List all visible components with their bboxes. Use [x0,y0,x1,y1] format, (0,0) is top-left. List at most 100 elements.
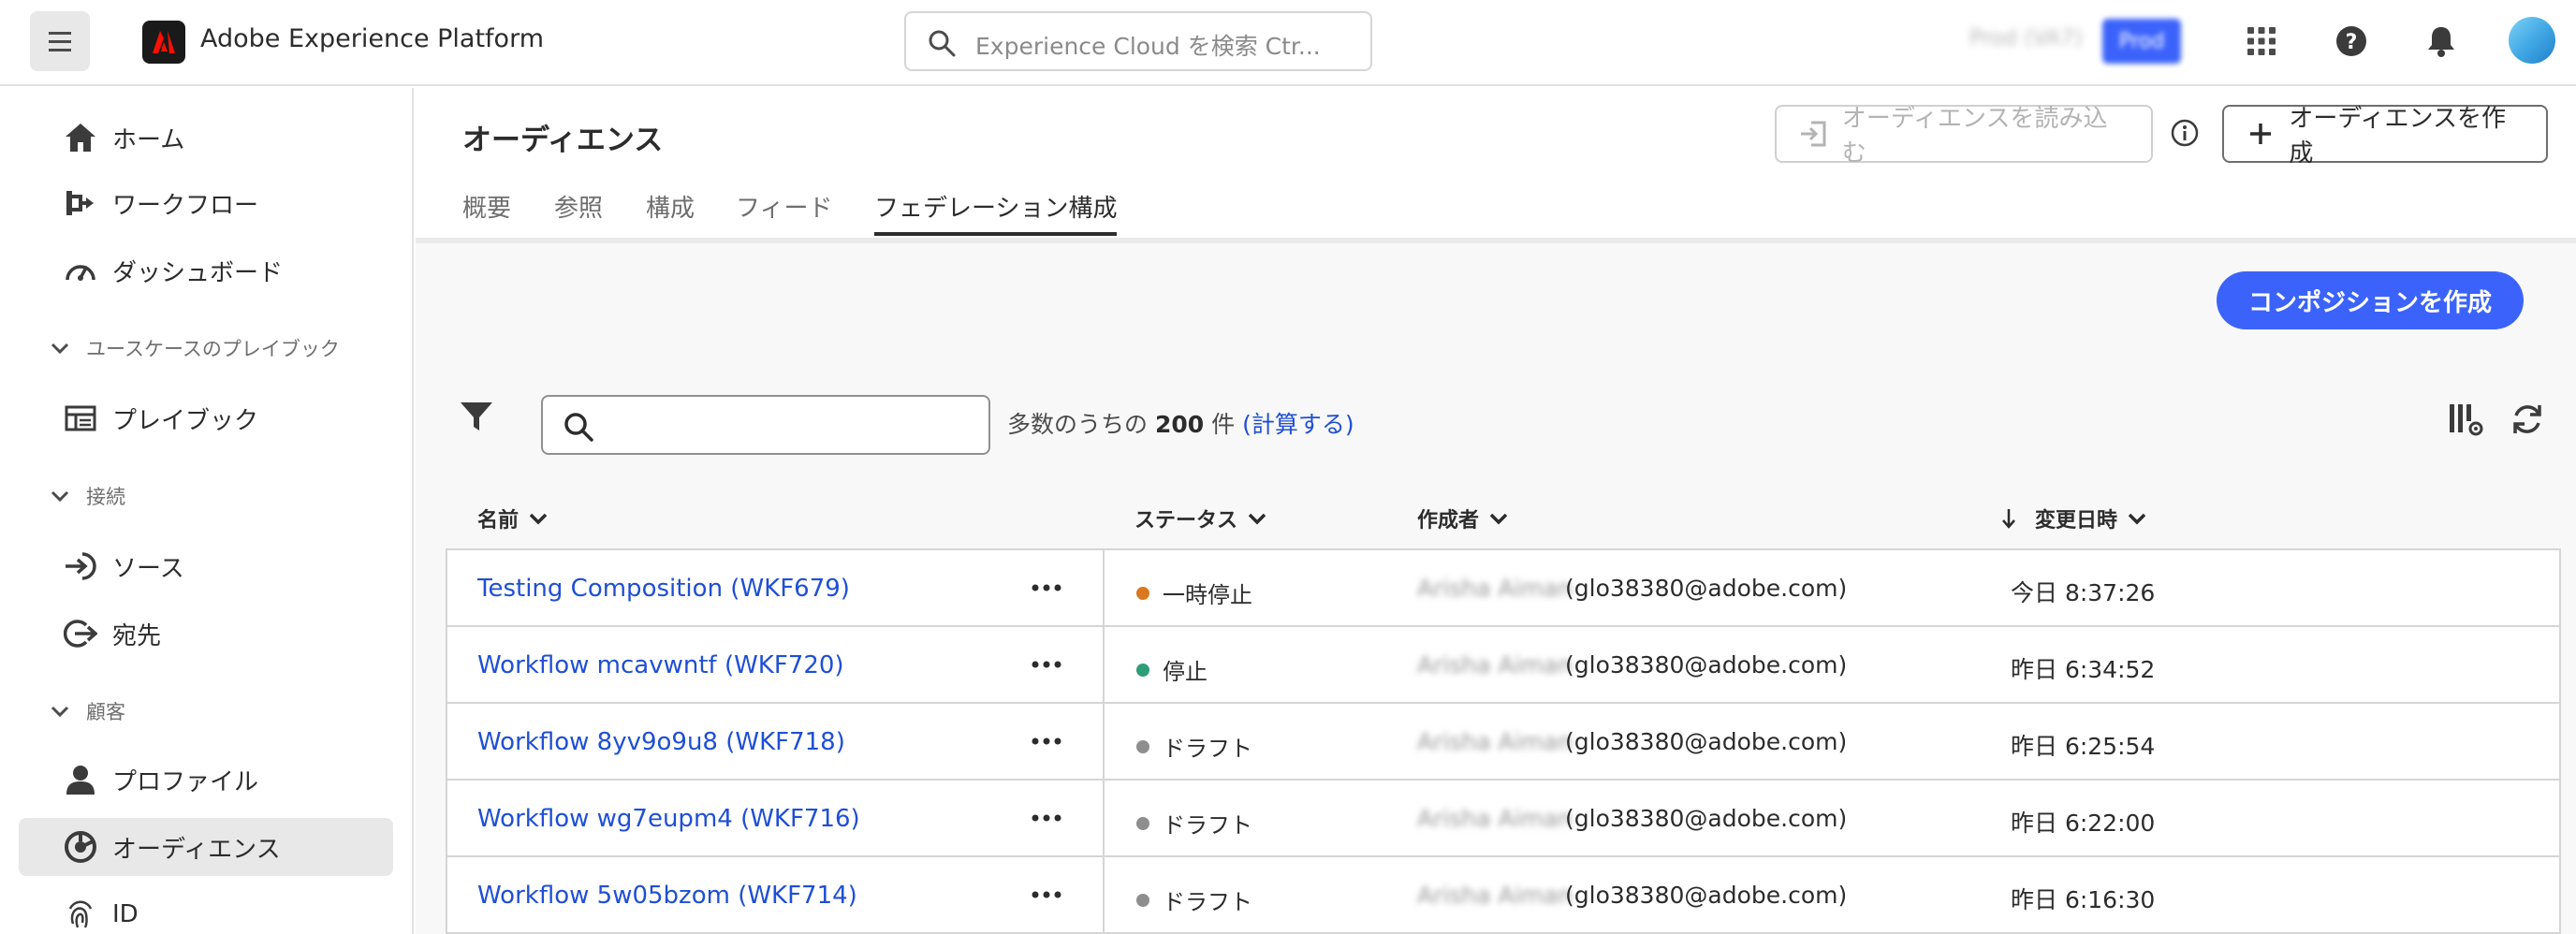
create-audience-button[interactable]: オーディエンスを作成 [2222,105,2548,168]
sandbox-badge[interactable]: Prod [2102,19,2181,64]
sidebar-item-identities[interactable]: ID [19,885,393,934]
status-badge: ドラフト [1136,730,1252,763]
status-dot [1136,663,1149,677]
tab-feeds[interactable]: フィード [736,189,832,236]
modified-date: 今日 8:37:26 [2011,579,2156,606]
list-search-input[interactable] [541,395,990,455]
status-badge: 停止 [1136,653,1208,686]
audience-icon [62,828,99,866]
sidebar-section-label: 顧客 [86,701,125,723]
tab-browse[interactable]: 参照 [554,189,603,236]
global-search-input[interactable]: Experience Cloud を検索 Ctr... [904,11,1372,71]
status-label: ドラフト [1163,812,1252,839]
author-name: Arisha Aiman [1417,575,1573,602]
info-icon[interactable] [2170,118,2200,148]
refresh-icon[interactable] [2509,401,2546,438]
column-header-author[interactable]: 作成者 [1417,503,1509,533]
menu-button[interactable] [30,11,90,71]
more-actions-icon[interactable] [1028,653,1065,676]
sidebar-section-use-case-playbooks[interactable]: ユースケースのプレイブック [47,329,340,367]
author-name: Arisha Aiman [1417,882,1573,909]
search-icon [564,413,593,442]
tab-compositions[interactable]: 構成 [646,189,695,236]
column-header-status[interactable]: ステータス [1134,503,1267,533]
author-email: (glo38380@adobe.com) [1565,575,1848,602]
compositions-table: Testing Composition (WKF679) 一時停止 Arisha A… [446,548,2561,934]
table-row[interactable]: Workflow 5w05bzom (WKF714) ドラフト Arisha Aim… [447,857,2559,934]
sidebar-item-playbooks[interactable]: プレイブック [19,389,393,447]
sidebar-section-connections[interactable]: 接続 [47,477,125,515]
author-email: (glo38380@adobe.com) [1565,651,1848,679]
sidebar-item-label: ワークフロー [112,191,259,220]
table-row[interactable]: Workflow 8yv9o9u8 (WKF718) ドラフト Arisha Aim… [447,704,2559,781]
composition-name-link[interactable]: Workflow wg7eupm4 (WKF716) [477,805,860,833]
table-row[interactable]: Workflow mcavwntf (WKF720) 停止 Arisha Aiman… [447,627,2559,704]
main-content: オーディエンス 概要 参照 構成 フィード フェデレーション構成 オーディエンス… [416,88,2576,934]
modified-date: 昨日 6:22:00 [2011,810,2156,837]
sidebar-item-label: プロファイル [112,767,259,796]
composition-name-link[interactable]: Workflow 5w05bzom (WKF714) [477,882,857,910]
sidebar-item-sources[interactable]: ソース [19,537,393,595]
sidebar-item-label: オーディエンス [112,835,281,864]
count-prefix: 多数のうちの [1007,411,1149,438]
column-divider [1103,857,1105,934]
composition-name-link[interactable]: Workflow 8yv9o9u8 (WKF718) [477,728,845,756]
column-header-label: 作成者 [1417,509,1480,533]
sidebar-section-label: ユースケースのプレイブック [86,338,340,360]
sidebar-item-label: 宛先 [112,621,162,650]
filter-icon[interactable] [457,397,496,436]
column-header-label: ステータス [1134,509,1238,533]
help-icon[interactable]: ? [2331,21,2372,62]
page-header: オーディエンス 概要 参照 構成 フィード フェデレーション構成 オーディエンス… [416,88,2576,243]
tab-overview[interactable]: 概要 [462,189,511,236]
sidebar-item-dashboard[interactable]: ダッシュボード [19,241,393,299]
search-icon [929,30,956,57]
column-header-modified[interactable]: 変更日時 [1999,503,2147,533]
sidebar-section-customer[interactable]: 顧客 [47,693,125,730]
user-avatar[interactable] [2509,17,2555,64]
column-header-label: 名前 [477,509,520,533]
chevron-down-icon [529,513,548,525]
status-label: 停止 [1163,659,1208,685]
create-audience-label: オーディエンスを作成 [2289,105,2507,168]
import-audience-button[interactable]: オーディエンスを読み込む [1775,105,2153,168]
adobe-logo-icon[interactable] [142,21,185,64]
sidebar-item-profiles[interactable]: プロファイル [19,751,393,809]
home-icon [62,119,99,156]
workflow-icon [62,184,99,222]
apps-grid-icon[interactable] [2241,21,2282,62]
modified-date: 昨日 6:34:52 [2011,656,2156,683]
table-row[interactable]: Testing Composition (WKF679) 一時停止 Arisha A… [447,550,2559,627]
chevron-down-icon [47,483,73,509]
app-title[interactable]: Adobe Experience Platform [200,24,544,53]
page-title: オーディエンス [462,124,664,157]
sidebar-item-label: ID [112,900,139,928]
search-placeholder: Experience Cloud を検索 Ctr... [975,33,1321,60]
tab-federated-composition[interactable]: フェデレーション構成 [874,189,1118,236]
status-label: 一時停止 [1163,582,1252,608]
sidebar-item-workflow[interactable]: ワークフロー [19,174,393,232]
more-actions-icon[interactable] [1028,883,1065,906]
status-badge: 一時停止 [1136,576,1252,609]
composition-name-link[interactable]: Workflow mcavwntf (WKF720) [477,651,844,679]
sidebar-item-home[interactable]: ホーム [19,109,393,167]
composition-name-link[interactable]: Testing Composition (WKF679) [477,575,850,603]
org-name[interactable]: Prod (VA7) [1969,26,2083,51]
sidebar-item-label: ソース [112,554,184,583]
top-bar: Adobe Experience Platform Experience Clo… [0,0,2576,86]
create-composition-button[interactable]: コンポジションを作成 [2217,271,2524,329]
sidebar-item-destinations[interactable]: 宛先 [19,605,393,663]
sidebar-item-audiences[interactable]: オーディエンス [19,818,393,876]
table-row[interactable]: Workflow wg7eupm4 (WKF716) ドラフト Arisha Aim… [447,781,2559,857]
more-actions-icon[interactable] [1028,807,1065,829]
calculate-link[interactable]: (計算する) [1242,411,1354,438]
more-actions-icon[interactable] [1028,730,1065,752]
sources-icon [62,547,99,585]
column-header-name[interactable]: 名前 [477,503,549,533]
sidebar-item-label: ホーム [112,125,185,154]
status-label: ドラフト [1163,889,1252,915]
more-actions-icon[interactable] [1028,576,1065,599]
column-settings-icon[interactable] [2447,401,2484,438]
notifications-bell-icon[interactable] [2421,21,2462,62]
column-header-label: 変更日時 [2035,509,2118,533]
